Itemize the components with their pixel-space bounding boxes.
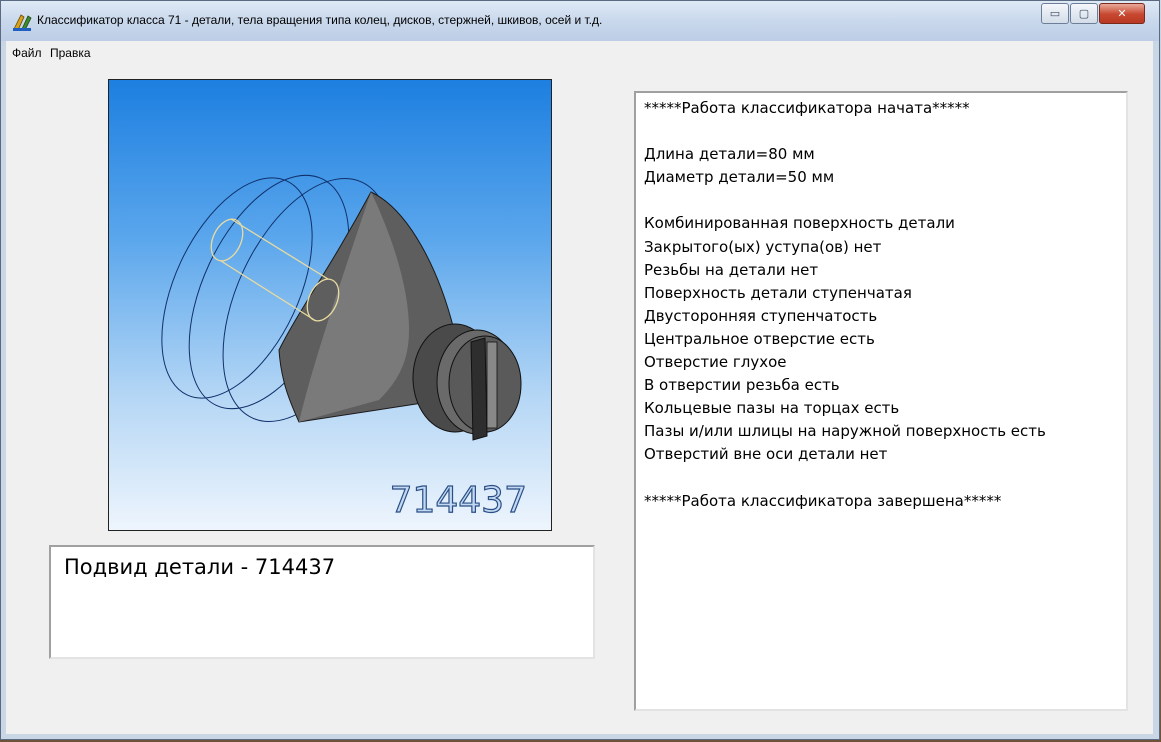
log-line: *****Работа классификатора начата***** [644,99,970,117]
menu-edit[interactable]: Правка [50,46,91,60]
client-area: 714437 Подвид детали - 714437 *****Работ… [6,63,1153,734]
preview-code-label: 714437 [390,480,527,521]
app-window: Классификатор класса 71 - детали, тела в… [0,0,1160,740]
log-line: Поверхность детали ступенчатая [644,283,912,302]
log-line: В отверстии резьба есть [644,376,840,395]
menu-bar: Файл Правка [6,41,1153,64]
app-icon [13,14,32,31]
log-line: *****Работа классификатора завершена****… [644,491,1002,510]
log-line: Центральное отверстие есть [644,329,875,348]
minimize-button[interactable]: ▭ [1041,3,1069,24]
close-icon: ✕ [1117,7,1127,20]
log-line: Кольцевые пазы на торцах есть [644,399,900,418]
minimize-icon: ▭ [1049,7,1061,20]
log-line: Отверстий вне оси детали нет [644,445,888,464]
log-line: Закрытого(ых) уступа(ов) нет [644,237,882,256]
log-line: Диаметр детали=50 мм [644,168,835,187]
close-button[interactable]: ✕ [1099,3,1145,24]
log-line: Длина детали=80 мм [644,145,815,164]
log-line: Пазы и/или шлицы на наружной поверхность… [644,422,1046,441]
subtype-field[interactable]: Подвид детали - 714437 [49,545,595,659]
maximize-icon: ▢ [1078,7,1090,20]
part-preview-image: 714437 [108,79,552,531]
classifier-log[interactable]: *****Работа классификатора начата***** Д… [634,91,1128,711]
log-line: Комбинированная поверхность детали [644,214,955,233]
maximize-button[interactable]: ▢ [1070,3,1098,24]
log-line: Резьбы на детали нет [644,260,819,279]
title-bar[interactable]: Классификатор класса 71 - детали, тела в… [1,1,1159,41]
part-drawing: 714437 [161,174,528,522]
log-line: Двусторонняя ступенчатость [644,306,878,325]
window-title: Классификатор класса 71 - детали, тела в… [37,13,603,27]
subtype-text: Подвид детали - 714437 [64,555,336,579]
log-line: Отверстие глухое [644,353,787,372]
caption-buttons: ▭ ▢ ✕ [1040,3,1145,25]
menu-file[interactable]: Файл [12,46,42,60]
